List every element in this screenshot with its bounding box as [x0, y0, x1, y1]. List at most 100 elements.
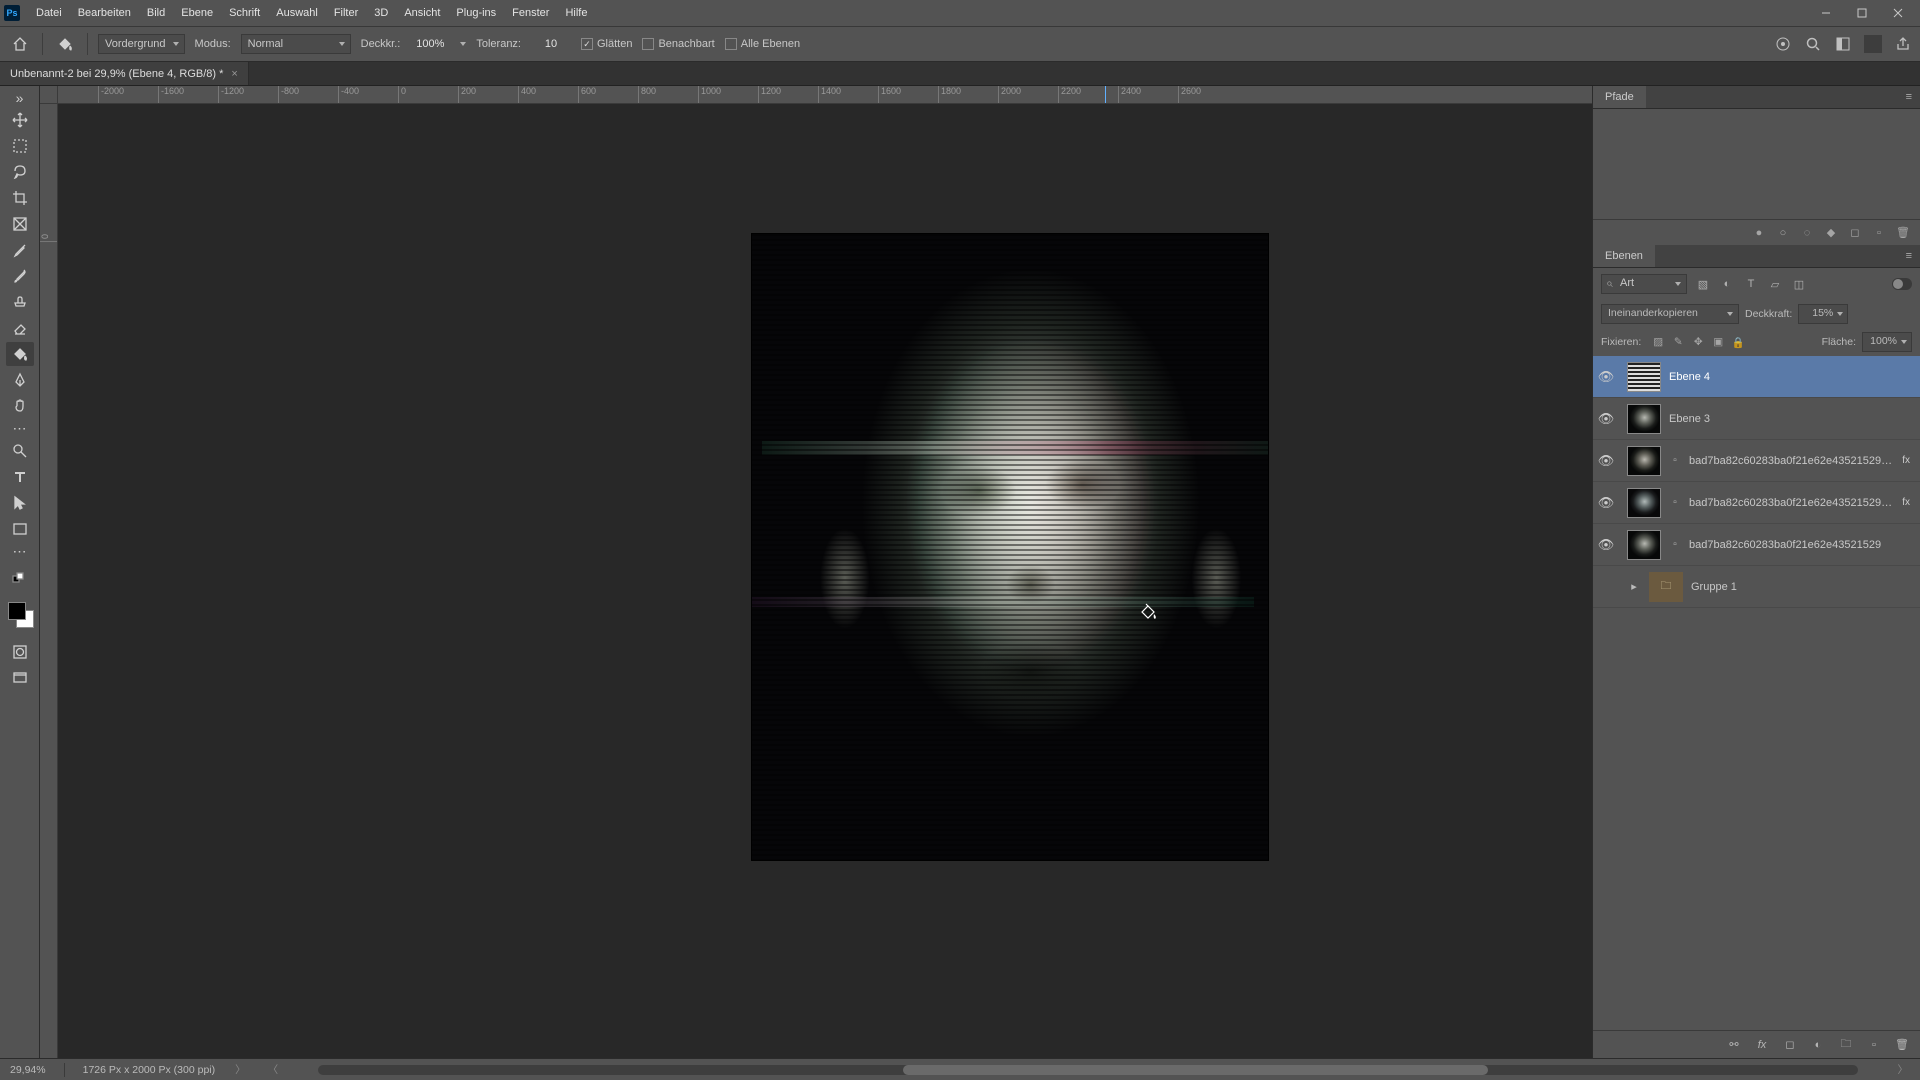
lock-position-icon[interactable]: ✥ — [1691, 335, 1705, 349]
shape-tool[interactable] — [6, 517, 34, 541]
layers-tab[interactable]: Ebenen — [1593, 245, 1655, 267]
menu-type[interactable]: Schrift — [221, 0, 268, 26]
filter-adjustment-icon[interactable]: ◐ — [1719, 276, 1735, 292]
link-layers-icon[interactable]: ⚯ — [1726, 1037, 1742, 1053]
status-flyout-icon[interactable]: 〉 — [233, 1062, 248, 1077]
all-layers-checkbox[interactable]: Alle Ebenen — [725, 38, 800, 50]
tolerance-input[interactable]: 10 — [531, 36, 571, 52]
eyedropper-tool[interactable] — [6, 238, 34, 262]
filter-smartobject-icon[interactable]: ◫ — [1791, 276, 1807, 292]
layer-fill-input[interactable]: 100% — [1862, 332, 1912, 352]
visibility-toggle-icon[interactable]: 👁 — [1593, 453, 1619, 469]
blend-mode-dropdown[interactable]: Normal — [241, 34, 351, 54]
opacity-stepper-icon[interactable] — [460, 42, 466, 46]
window-minimize-button[interactable] — [1808, 2, 1844, 24]
fill-path-icon[interactable]: ● — [1752, 226, 1766, 240]
layer-row[interactable]: 👁 Ebene 3 — [1593, 398, 1920, 440]
search-icon[interactable] — [1804, 35, 1822, 53]
artboard[interactable] — [752, 234, 1268, 860]
dodge-tool[interactable] — [6, 439, 34, 463]
layer-style-icon[interactable]: fx — [1754, 1037, 1770, 1053]
delete-layer-icon[interactable]: 🗑 — [1894, 1037, 1910, 1053]
edit-toolbar-icon[interactable]: ⋯ — [6, 543, 34, 560]
filter-toggle[interactable] — [1892, 278, 1912, 290]
layer-opacity-input[interactable]: 15% — [1798, 304, 1848, 324]
opacity-input[interactable]: 100% — [410, 36, 450, 52]
path-to-selection-icon[interactable]: ◌ — [1800, 226, 1814, 240]
close-tab-icon[interactable]: × — [231, 68, 237, 80]
lock-all-icon[interactable]: 🔒 — [1731, 335, 1745, 349]
scroll-left-icon[interactable]: 〈 — [266, 1062, 281, 1077]
frame-tool[interactable] — [6, 212, 34, 236]
pen-tool[interactable] — [6, 368, 34, 392]
visibility-toggle-icon[interactable]: 👁 — [1593, 537, 1619, 553]
new-adjustment-layer-icon[interactable]: ◐ — [1810, 1037, 1826, 1053]
selection-to-path-icon[interactable]: ◆ — [1824, 226, 1838, 240]
horizontal-scrollbar[interactable] — [318, 1065, 1857, 1075]
contiguous-checkbox[interactable]: Benachbart — [642, 38, 714, 50]
layers-panel-menu-icon[interactable]: ≡ — [1898, 245, 1920, 267]
lock-artboard-icon[interactable]: ▣ — [1711, 335, 1725, 349]
filter-shape-icon[interactable]: ▱ — [1767, 276, 1783, 292]
document-tab[interactable]: Unbenannt-2 bei 29,9% (Ebene 4, RGB/8) *… — [0, 62, 249, 85]
clone-stamp-tool[interactable] — [6, 290, 34, 314]
share-icon[interactable] — [1894, 35, 1912, 53]
layer-name[interactable]: Ebene 3 — [1669, 413, 1912, 425]
new-path-icon[interactable]: ▫ — [1872, 226, 1886, 240]
visibility-toggle-icon[interactable]: 👁 — [1593, 495, 1619, 511]
screen-mode-icon[interactable] — [6, 666, 34, 690]
menu-layer[interactable]: Ebene — [173, 0, 221, 26]
add-mask-from-path-icon[interactable]: ◻ — [1848, 226, 1862, 240]
menu-filter[interactable]: Filter — [326, 0, 366, 26]
vertical-ruler[interactable]: 0 — [40, 104, 58, 1058]
menu-view[interactable]: Ansicht — [396, 0, 448, 26]
layer-row[interactable]: 👁 Ebene 4 — [1593, 356, 1920, 398]
foreground-color-swatch[interactable] — [8, 602, 26, 620]
menu-file[interactable]: Datei — [28, 0, 70, 26]
layer-thumbnail[interactable] — [1627, 446, 1661, 476]
new-group-icon[interactable]: 🗀 — [1838, 1037, 1854, 1053]
layer-thumbnail[interactable] — [1627, 488, 1661, 518]
brush-tool[interactable] — [6, 264, 34, 288]
path-selection-tool[interactable] — [6, 491, 34, 515]
scroll-right-icon[interactable]: 〉 — [1896, 1062, 1911, 1077]
menu-plugins[interactable]: Plug-ins — [448, 0, 504, 26]
paths-tab[interactable]: Pfade — [1593, 86, 1646, 108]
visibility-toggle-icon[interactable]: 👁 — [1593, 411, 1619, 427]
visibility-toggle-icon[interactable]: 👁 — [1593, 369, 1619, 385]
menu-select[interactable]: Auswahl — [268, 0, 326, 26]
layer-thumbnail[interactable] — [1627, 404, 1661, 434]
layer-name[interactable]: bad7ba82c60283ba0f21e62e43521529 Kopie 3 — [1689, 497, 1892, 509]
stroke-path-icon[interactable]: ○ — [1776, 226, 1790, 240]
delete-path-icon[interactable]: 🗑 — [1896, 226, 1910, 240]
menu-3d[interactable]: 3D — [366, 0, 396, 26]
home-icon[interactable] — [8, 32, 32, 56]
scrollbar-thumb[interactable] — [903, 1065, 1488, 1075]
layer-row[interactable]: 👁 ▫ bad7ba82c60283ba0f21e62e43521529 Kop… — [1593, 482, 1920, 524]
layer-fx-icon[interactable]: fx — [1900, 455, 1912, 466]
window-close-button[interactable] — [1880, 2, 1916, 24]
menu-help[interactable]: Hilfe — [557, 0, 595, 26]
workspace-switcher-icon[interactable] — [1834, 35, 1852, 53]
layer-group-row[interactable]: ▸ 🗀 Gruppe 1 — [1593, 566, 1920, 608]
lock-pixels-icon[interactable]: ✎ — [1671, 335, 1685, 349]
layer-blend-mode-dropdown[interactable]: Ineinanderkopieren — [1601, 304, 1739, 324]
horizontal-ruler[interactable]: -2000 -1600 -1200 -800 -400 0 200 400 60… — [58, 86, 1592, 104]
add-mask-icon[interactable]: ◻ — [1782, 1037, 1798, 1053]
ruler-origin[interactable] — [40, 86, 58, 104]
layer-name[interactable]: bad7ba82c60283ba0f21e62e43521529 — [1689, 539, 1912, 551]
type-tool[interactable] — [6, 465, 34, 489]
eraser-tool[interactable] — [6, 316, 34, 340]
layer-thumbnail[interactable] — [1627, 530, 1661, 560]
crop-tool[interactable] — [6, 186, 34, 210]
antialias-checkbox[interactable]: ✓Glätten — [581, 38, 632, 50]
layer-name[interactable]: Ebene 4 — [1669, 371, 1912, 383]
canvas[interactable] — [58, 104, 1592, 1058]
paint-bucket-tool[interactable] — [6, 342, 34, 366]
group-thumbnail[interactable]: 🗀 — [1649, 572, 1683, 602]
hand-tool[interactable] — [6, 394, 34, 418]
paint-bucket-tool-icon[interactable] — [53, 32, 77, 56]
layer-name[interactable]: Gruppe 1 — [1691, 581, 1912, 593]
lock-transparency-icon[interactable]: ▨ — [1651, 335, 1665, 349]
color-swatches[interactable] — [6, 600, 34, 628]
